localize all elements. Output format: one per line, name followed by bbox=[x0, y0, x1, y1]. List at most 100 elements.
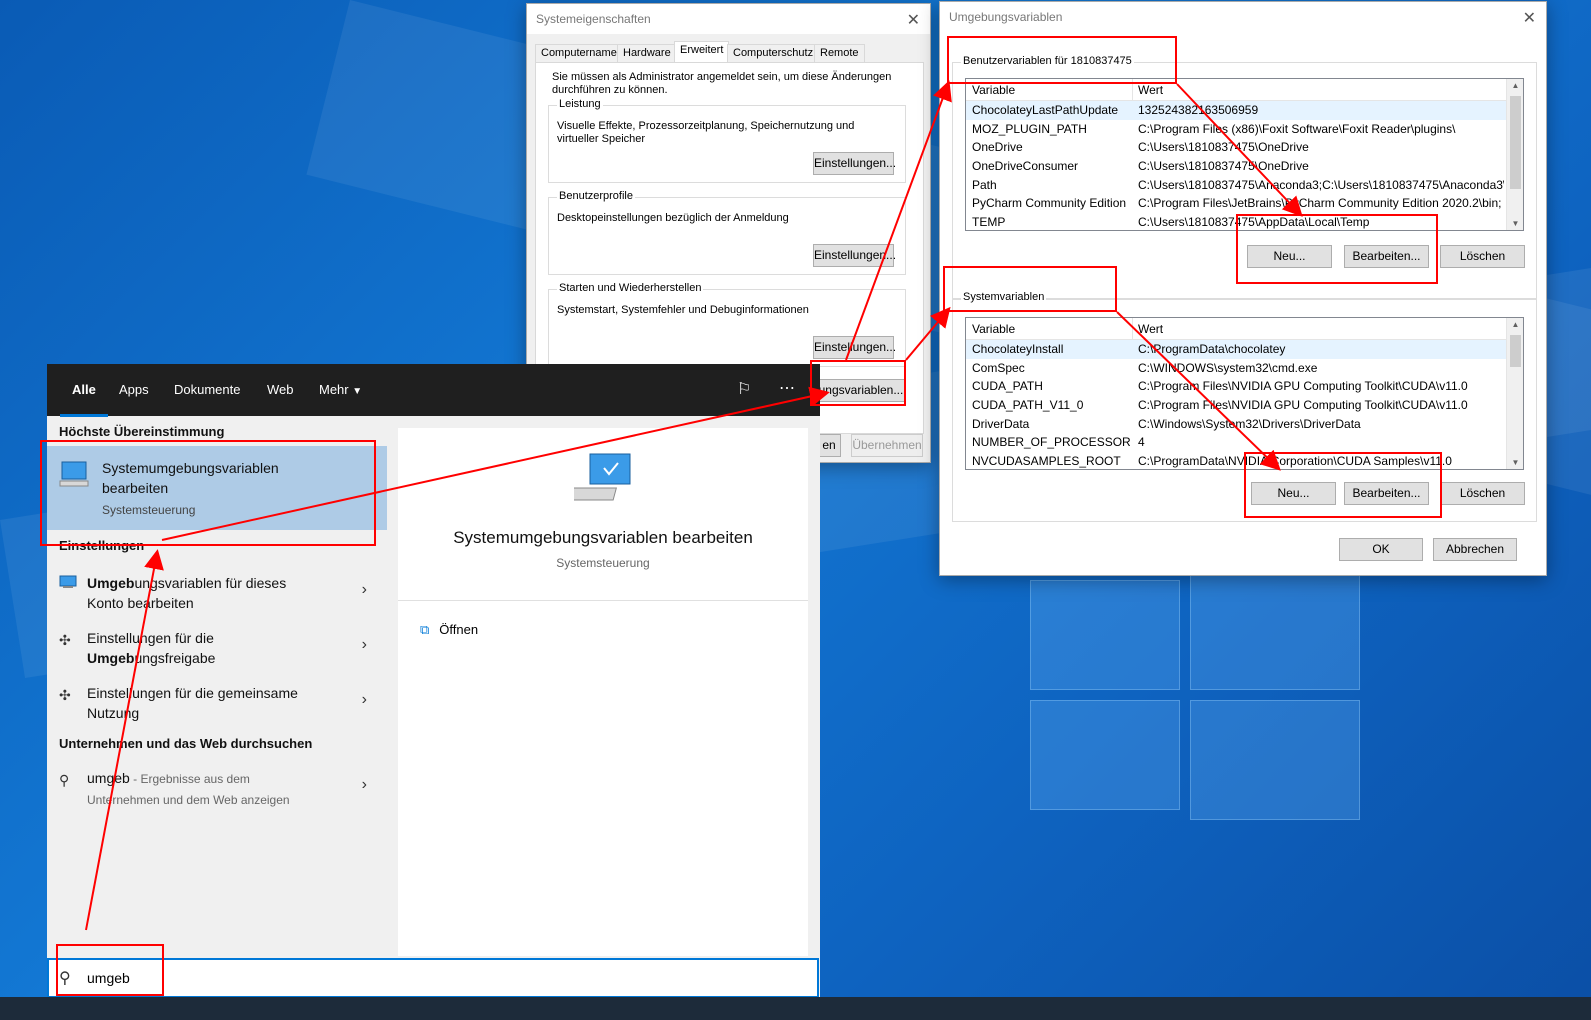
tab-erweitert[interactable]: Erweitert bbox=[674, 41, 730, 63]
web-suffix-line2: Unternehmen und dem Web anzeigen bbox=[87, 793, 290, 807]
open-icon: ⧉ bbox=[420, 622, 430, 637]
annotation-box bbox=[1244, 452, 1442, 518]
variable-value: C:\WINDOWS\system32\cmd.exe bbox=[1138, 360, 1318, 375]
variable-name: PyCharm Community Edition bbox=[972, 196, 1127, 211]
chevron-right-icon: › bbox=[361, 691, 367, 708]
performance-settings-button[interactable]: Einstellungen... bbox=[813, 152, 896, 175]
scroll-down-icon[interactable]: ▼ bbox=[1507, 458, 1523, 467]
web-search-heading: Unternehmen und das Web durchsuchen bbox=[59, 736, 313, 751]
profiles-settings-button[interactable]: Einstellungen... bbox=[813, 244, 896, 267]
cancel-button[interactable]: en bbox=[817, 434, 841, 457]
startup-settings-button[interactable]: Einstellungen... bbox=[813, 336, 896, 359]
cancel-button[interactable]: Abbrechen bbox=[1433, 538, 1517, 561]
result-label: Nutzung bbox=[87, 705, 140, 721]
result-label: ungsvariablen für dieses bbox=[134, 575, 287, 591]
result-text: Einstellungen für die gemeinsame Nutzung bbox=[87, 683, 298, 723]
tab-alle[interactable]: Alle bbox=[60, 382, 108, 417]
user-variables-list[interactable]: Variable Wert ChocolateyLastPathUpdate 13… bbox=[965, 78, 1524, 231]
table-row[interactable]: ComSpec C:\WINDOWS\system32\cmd.exe bbox=[966, 359, 1523, 378]
result-web-search[interactable]: ⚲ umgeb - Ergebnisse aus dem Unternehmen … bbox=[47, 762, 387, 814]
dialog-title: Umgebungsvariablen bbox=[940, 2, 1546, 32]
system-variables-list[interactable]: Variable Wert ChocolateyInstall C:\Progra… bbox=[965, 317, 1524, 470]
tab-remote[interactable]: Remote bbox=[814, 44, 865, 63]
system-delete-button[interactable]: Löschen bbox=[1440, 482, 1525, 505]
feedback-icon[interactable]: ⚐ bbox=[737, 379, 751, 399]
table-row[interactable]: MOZ_PLUGIN_PATH C:\Program Files (x86)\Fo… bbox=[966, 120, 1523, 139]
variable-value: C:\ProgramData\chocolatey bbox=[1138, 342, 1286, 356]
network-icon: ✣ bbox=[59, 687, 71, 703]
annotation-box bbox=[943, 266, 1117, 312]
best-match-heading: Höchste Übereinstimmung bbox=[59, 424, 225, 439]
ok-button[interactable]: OK bbox=[1339, 538, 1423, 561]
table-row[interactable]: OneDriveConsumer C:\Users\1810837475\OneD… bbox=[966, 157, 1523, 176]
windows-logo bbox=[1030, 570, 1360, 820]
vertical-scrollbar[interactable]: ▲ ▼ bbox=[1506, 79, 1523, 230]
performance-description: Visuelle Effekte, Prozessorzeitplanung, … bbox=[557, 120, 855, 145]
open-label: Öffnen bbox=[439, 622, 479, 637]
variable-name: MOZ_PLUGIN_PATH bbox=[972, 121, 1087, 136]
scroll-up-icon[interactable]: ▲ bbox=[1507, 320, 1523, 329]
variable-name: CUDA_PATH_V11_0 bbox=[972, 398, 1084, 413]
group-label: Benutzerprofile bbox=[557, 190, 635, 202]
result-shared-experience[interactable]: ✣ Einstellungen für die gemeinsame Nutzun… bbox=[47, 677, 387, 729]
column-header-value[interactable]: Wert bbox=[1138, 83, 1163, 97]
tab-computername[interactable]: Computername bbox=[535, 44, 623, 63]
open-action[interactable]: ⧉ Öffnen bbox=[420, 622, 478, 638]
tab-computerschutz[interactable]: Computerschutz bbox=[727, 44, 820, 63]
highlight-text: Umgeb bbox=[87, 650, 135, 666]
column-header-variable[interactable]: Variable bbox=[972, 83, 1015, 97]
variable-value: 132524382163506959 bbox=[1138, 103, 1259, 117]
variable-name: ChocolateyLastPathUpdate bbox=[972, 103, 1119, 117]
tab-apps[interactable]: Apps bbox=[119, 382, 149, 397]
chevron-right-icon: › bbox=[361, 776, 367, 793]
column-header-value[interactable]: Wert bbox=[1138, 322, 1163, 336]
more-options-icon[interactable]: ⋯ bbox=[779, 378, 795, 398]
search-icon: ⚲ bbox=[59, 772, 70, 788]
tab-dokumente[interactable]: Dokumente bbox=[174, 382, 240, 397]
table-row[interactable]: CUDA_PATH C:\Program Files\NVIDIA GPU Com… bbox=[966, 377, 1523, 396]
apply-button[interactable]: Übernehmen bbox=[851, 434, 923, 457]
close-icon[interactable]: ✕ bbox=[1523, 8, 1536, 28]
user-profiles-group: Benutzerprofile Desktopeinstellungen bez… bbox=[548, 190, 906, 275]
annotation-box bbox=[947, 36, 1177, 84]
variable-value: C:\Program Files (x86)\Foxit Software\Fo… bbox=[1138, 121, 1456, 136]
variable-name: NVCUDASAMPLES_ROOT bbox=[972, 454, 1121, 469]
tab-web[interactable]: Web bbox=[267, 382, 294, 397]
table-row[interactable]: OneDrive C:\Users\1810837475\OneDrive bbox=[966, 138, 1523, 157]
tab-hardware[interactable]: Hardware bbox=[617, 44, 677, 63]
highlight-text: Umgeb bbox=[87, 575, 135, 591]
taskbar bbox=[0, 997, 1591, 1020]
annotation-box bbox=[56, 944, 164, 996]
table-row[interactable]: DriverData C:\Windows\System32\Drivers\Dr… bbox=[966, 415, 1523, 434]
table-row[interactable]: ChocolateyLastPathUpdate 1325243821635069… bbox=[966, 101, 1523, 120]
variable-name: OneDrive bbox=[972, 140, 1023, 155]
group-label: Leistung bbox=[557, 98, 603, 110]
table-row[interactable]: PyCharm Community Edition C:\Program File… bbox=[966, 194, 1523, 213]
vertical-scrollbar[interactable]: ▲ ▼ bbox=[1506, 318, 1523, 469]
column-header-variable[interactable]: Variable bbox=[972, 322, 1015, 336]
variable-name: ComSpec bbox=[972, 360, 1025, 375]
list-rows: ChocolateyLastPathUpdate 1325243821635069… bbox=[966, 101, 1523, 230]
web-query: umgeb bbox=[87, 770, 130, 786]
variable-value: C:\Program Files\NVIDIA GPU Computing To… bbox=[1138, 398, 1468, 413]
variable-value: C:\Users\1810837475\OneDrive bbox=[1138, 159, 1309, 174]
web-suffix: - Ergebnisse aus dem bbox=[129, 772, 250, 786]
table-row[interactable]: CUDA_PATH_V11_0 C:\Program Files\NVIDIA G… bbox=[966, 396, 1523, 415]
variable-value: 4 bbox=[1138, 435, 1145, 450]
tab-label: Mehr bbox=[319, 382, 349, 397]
variable-name: TEMP bbox=[972, 215, 1006, 230]
divider bbox=[398, 600, 808, 601]
table-row[interactable]: Path C:\Users\1810837475\Anaconda3;C:\Use… bbox=[966, 176, 1523, 195]
result-sharing-settings[interactable]: ✣ Einstellungen für die Umgebungsfreigabe… bbox=[47, 622, 387, 674]
scroll-thumb[interactable] bbox=[1510, 335, 1521, 367]
table-row[interactable]: NUMBER_OF_PROCESSORS 4 bbox=[966, 433, 1523, 452]
dialog-title: Systemeigenschaften bbox=[527, 4, 930, 34]
scroll-up-icon[interactable]: ▲ bbox=[1507, 81, 1523, 90]
result-user-env-vars[interactable]: Umgebungsvariablen für dieses Konto bearb… bbox=[47, 567, 387, 619]
close-icon[interactable]: ✕ bbox=[907, 10, 920, 30]
scroll-thumb[interactable] bbox=[1510, 96, 1521, 189]
table-row[interactable]: ChocolateyInstall C:\ProgramData\chocolat… bbox=[966, 340, 1523, 359]
scroll-down-icon[interactable]: ▼ bbox=[1507, 219, 1523, 228]
tab-mehr[interactable]: Mehr ▼ bbox=[319, 382, 362, 397]
user-delete-button[interactable]: Löschen bbox=[1440, 245, 1525, 268]
